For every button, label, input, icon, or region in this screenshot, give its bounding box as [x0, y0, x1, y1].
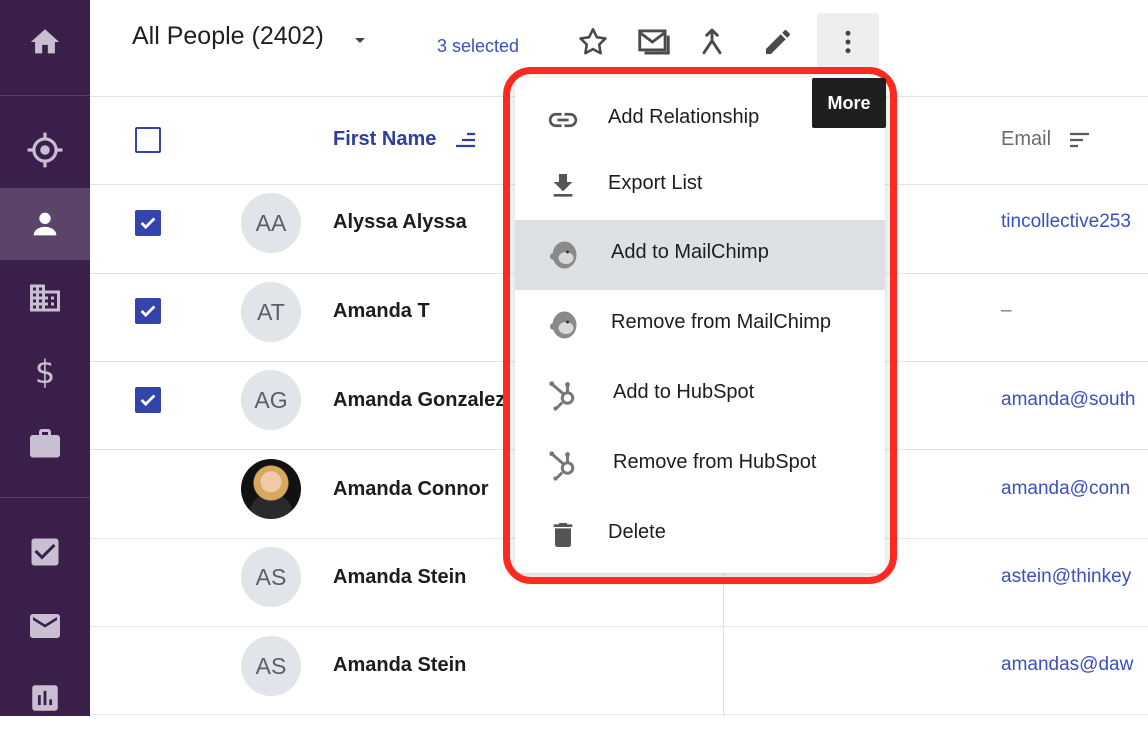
avatar-photo [241, 459, 301, 519]
pencil-icon [766, 29, 790, 54]
favorite-button[interactable] [569, 18, 617, 66]
sidebar-item-deals[interactable]: $ [0, 336, 90, 408]
more-button[interactable] [817, 13, 879, 71]
sidebar-divider [0, 95, 90, 96]
avatar: AA [241, 193, 301, 253]
column-header-first-name[interactable]: First Name [333, 128, 436, 151]
email-link[interactable]: amanda@conn [1001, 478, 1130, 500]
avatar: AS [241, 547, 301, 607]
sidebar-item-target[interactable] [0, 114, 90, 186]
person-name[interactable]: Amanda Stein [333, 566, 466, 589]
merge-button[interactable] [688, 18, 736, 66]
target-icon [27, 132, 63, 168]
sidebar-divider [0, 497, 90, 498]
avatar: AG [241, 370, 301, 430]
more-vertical-icon [845, 30, 851, 54]
star-icon [579, 27, 607, 55]
sidebar-item-projects[interactable] [0, 408, 90, 480]
email-link[interactable]: amanda@south [1001, 389, 1135, 411]
view-title[interactable]: All People (2402) [132, 22, 324, 51]
email-empty: – [1001, 300, 1012, 321]
sort-active-icon[interactable] [452, 128, 478, 152]
email-button[interactable] [630, 18, 678, 66]
select-all-checkbox[interactable] [135, 127, 161, 153]
building-icon [30, 284, 60, 312]
sidebar-item-people[interactable] [0, 188, 90, 260]
email-link[interactable]: amandas@daw [1001, 654, 1133, 676]
avatar: AS [241, 636, 301, 696]
checkmark-icon [140, 217, 156, 230]
row-checkbox[interactable] [135, 387, 161, 413]
checkmark-icon [140, 305, 156, 318]
sort-icon[interactable] [1066, 128, 1092, 152]
email-link[interactable]: astein@thinkey [1001, 566, 1131, 588]
sidebar-item-reports[interactable] [0, 662, 90, 734]
person-name[interactable]: Amanda T [333, 300, 430, 323]
sidebar-item-tasks[interactable] [0, 516, 90, 588]
person-name[interactable]: Alyssa Alyssa [333, 211, 467, 234]
sidebar: $ [0, 0, 90, 716]
dollar-icon: $ [34, 353, 56, 391]
column-header-email[interactable]: Email [1001, 128, 1051, 151]
email-link[interactable]: tincollective253 [1001, 211, 1131, 233]
home-icon [30, 29, 60, 54]
chevron-down-icon[interactable] [355, 38, 365, 43]
envelope-icon [638, 29, 670, 55]
sidebar-item-companies[interactable] [0, 262, 90, 334]
sidebar-item-home[interactable] [0, 6, 90, 78]
column-divider [723, 572, 724, 716]
avatar: AT [241, 282, 301, 342]
chart-icon [32, 685, 58, 711]
person-name[interactable]: Amanda Gonzalez [333, 389, 505, 412]
merge-icon [702, 28, 722, 55]
checkmark-icon [140, 394, 156, 407]
selected-count: 3 selected [437, 36, 520, 56]
edit-button[interactable] [754, 18, 802, 66]
sidebar-item-mail[interactable] [0, 590, 90, 662]
row-checkbox[interactable] [135, 210, 161, 236]
briefcase-icon [30, 429, 60, 458]
more-tooltip: More [812, 78, 886, 128]
mail-icon [30, 614, 60, 638]
person-icon [33, 212, 57, 236]
person-name[interactable]: Amanda Connor [333, 478, 489, 501]
row-checkbox[interactable] [135, 298, 161, 324]
checkbox-icon [31, 538, 59, 566]
highlight-outline [503, 67, 897, 584]
person-name[interactable]: Amanda Stein [333, 654, 466, 677]
